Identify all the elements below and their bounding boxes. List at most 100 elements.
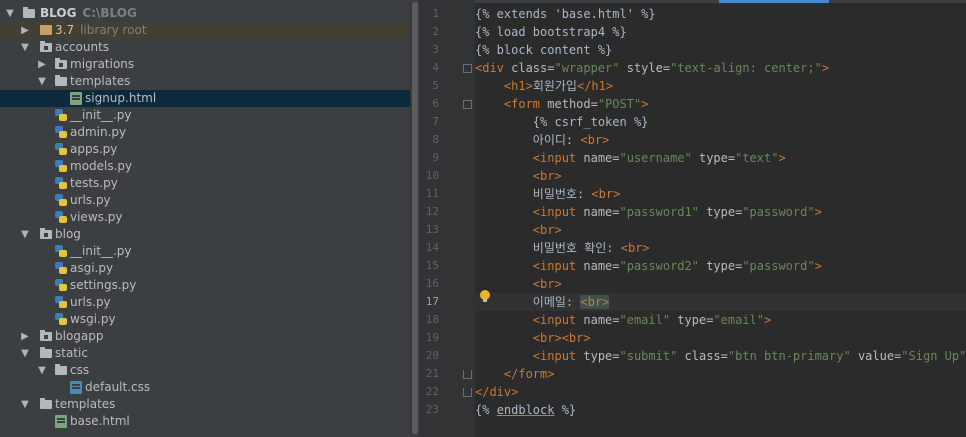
code-line[interactable]: {% extends 'base.html' %}	[475, 5, 966, 23]
code-line[interactable]: {% csrf_token %}	[475, 113, 966, 131]
code-token: "Sign Up"	[901, 349, 966, 363]
tree-item[interactable]: ▼ blog	[0, 226, 410, 243]
css-file-icon	[70, 381, 82, 394]
package-folder-icon	[40, 228, 52, 239]
tree-item[interactable]: base.html	[0, 413, 410, 430]
code-token: <input	[532, 259, 584, 273]
editor-tab-bar[interactable]	[419, 0, 966, 3]
tree-item-label: models.py	[70, 159, 133, 173]
chevron-down-icon[interactable]: ▼	[19, 39, 31, 56]
chevron-down-icon[interactable]: ▼	[36, 73, 48, 90]
code-line[interactable]: <div class="wrapper" style="text-align: …	[475, 59, 966, 77]
line-number: 19	[425, 331, 439, 344]
tree-item[interactable]: ▶ migrations	[0, 56, 410, 73]
code-line[interactable]: <br>	[475, 275, 966, 293]
tree-item[interactable]: ▶ blogapp	[0, 328, 410, 345]
code-line[interactable]: {% endblock %}	[475, 401, 966, 419]
folder-icon	[55, 75, 67, 86]
code-line[interactable]: 비밀번호 확인: <br>	[475, 239, 966, 257]
code-token: type=	[706, 259, 743, 273]
code-editor[interactable]: 1 2 3 4 5 6 7 8 9 10 11 12 13 14 15 16 17 18 19 20 21 22 23 {%…	[419, 0, 966, 437]
fold-start-icon[interactable]	[463, 100, 472, 109]
code-line[interactable]: <br>	[475, 167, 966, 185]
code-line[interactable]: 비밀번호: <br>	[475, 185, 966, 203]
chevron-down-icon[interactable]: ▼	[19, 396, 31, 413]
code-token: "password2"	[619, 259, 707, 273]
code-line[interactable]: 이메일: <br>	[475, 293, 966, 311]
html-file-icon	[70, 92, 82, 105]
tree-item[interactable]: models.py	[0, 158, 410, 175]
chevron-right-icon[interactable]: ▶	[36, 56, 48, 73]
tree-item[interactable]: urls.py	[0, 192, 410, 209]
code-token: {% csrf_token %}	[532, 115, 649, 129]
code-line[interactable]: {% block content %}	[475, 41, 966, 59]
chevron-down-icon[interactable]: ▼	[4, 5, 16, 22]
tree-item[interactable]: ▼ accounts	[0, 39, 410, 56]
tree-item[interactable]: urls.py	[0, 294, 410, 311]
tree-root-blog[interactable]: ▼ BLOG C:\BLOG	[0, 5, 410, 22]
code-token: "btn btn-primary"	[727, 349, 858, 363]
package-folder-icon	[55, 58, 67, 69]
line-number: 14	[425, 241, 439, 254]
code-line[interactable]: <br>	[475, 221, 966, 239]
tree-item[interactable]: signup.html	[0, 90, 410, 107]
lightbulb-icon[interactable]	[480, 290, 490, 302]
code-line[interactable]: <input type="submit" class="btn btn-prim…	[475, 347, 966, 365]
code-line[interactable]: <h1>회원가입</h1>	[475, 77, 966, 95]
tree-item[interactable]: ▼ css	[0, 362, 410, 379]
tree-item[interactable]: settings.py	[0, 277, 410, 294]
tree-item[interactable]: tests.py	[0, 175, 410, 192]
code-line[interactable]: <input name="password2" type="password">	[475, 257, 966, 275]
tree-item[interactable]: asgi.py	[0, 260, 410, 277]
code-token: "submit"	[619, 349, 685, 363]
code-token: "text"	[735, 151, 779, 165]
python-file-icon	[55, 296, 67, 308]
chevron-down-icon[interactable]: ▼	[36, 362, 48, 379]
code-line[interactable]: <input name="password1" type="password">	[475, 203, 966, 221]
tree-item[interactable]: ▶ 3.7 library root	[0, 22, 410, 39]
tree-root-name: BLOG	[40, 6, 77, 20]
tree-item[interactable]: admin.py	[0, 124, 410, 141]
code-line[interactable]: </form>	[475, 365, 966, 383]
code-token: >	[764, 313, 772, 327]
tree-item[interactable]: ▼ templates	[0, 396, 410, 413]
code-line[interactable]: </div>	[475, 383, 966, 401]
active-tab-indicator	[719, 0, 829, 3]
chevron-right-icon[interactable]: ▶	[19, 328, 31, 345]
line-number: 22	[425, 385, 439, 398]
code-token: </div>	[475, 385, 519, 399]
chevron-down-icon[interactable]: ▼	[19, 345, 31, 362]
code-line[interactable]: <br><br>	[475, 329, 966, 347]
fold-end-icon[interactable]	[463, 370, 472, 379]
code-line[interactable]: <input name="username" type="text">	[475, 149, 966, 167]
line-number: 13	[425, 223, 439, 236]
tree-item[interactable]: views.py	[0, 209, 410, 226]
code-line[interactable]: {% load bootstrap4 %}	[475, 23, 966, 41]
tree-item[interactable]: wsgi.py	[0, 311, 410, 328]
fold-end-icon[interactable]	[463, 388, 472, 397]
tree-item[interactable]: __init__.py	[0, 243, 410, 260]
code-line[interactable]: <form method="POST">	[475, 95, 966, 113]
line-number: 20	[425, 349, 439, 362]
tree-scrollbar[interactable]	[410, 0, 419, 437]
folder-icon	[55, 364, 67, 375]
chevron-down-icon[interactable]: ▼	[19, 226, 31, 243]
tree-item[interactable]: ▼ static	[0, 345, 410, 362]
code-token: "password1"	[619, 205, 707, 219]
tree-item[interactable]: __init__.py	[0, 107, 410, 124]
package-folder-icon	[40, 41, 52, 52]
code-line[interactable]: 아이디: <br>	[475, 131, 966, 149]
code-line[interactable]: <input name="email" type="email">	[475, 311, 966, 329]
tree-item[interactable]: apps.py	[0, 141, 410, 158]
chevron-right-icon[interactable]: ▶	[19, 22, 31, 39]
fold-start-icon[interactable]	[463, 64, 472, 73]
code-token: name=	[583, 151, 620, 165]
tree-item[interactable]: default.css	[0, 379, 410, 396]
folder-icon	[40, 347, 52, 358]
tree-scrollbar-thumb[interactable]	[412, 2, 418, 434]
code-token: value=	[857, 349, 902, 363]
tree-item[interactable]: ▼ templates	[0, 73, 410, 90]
